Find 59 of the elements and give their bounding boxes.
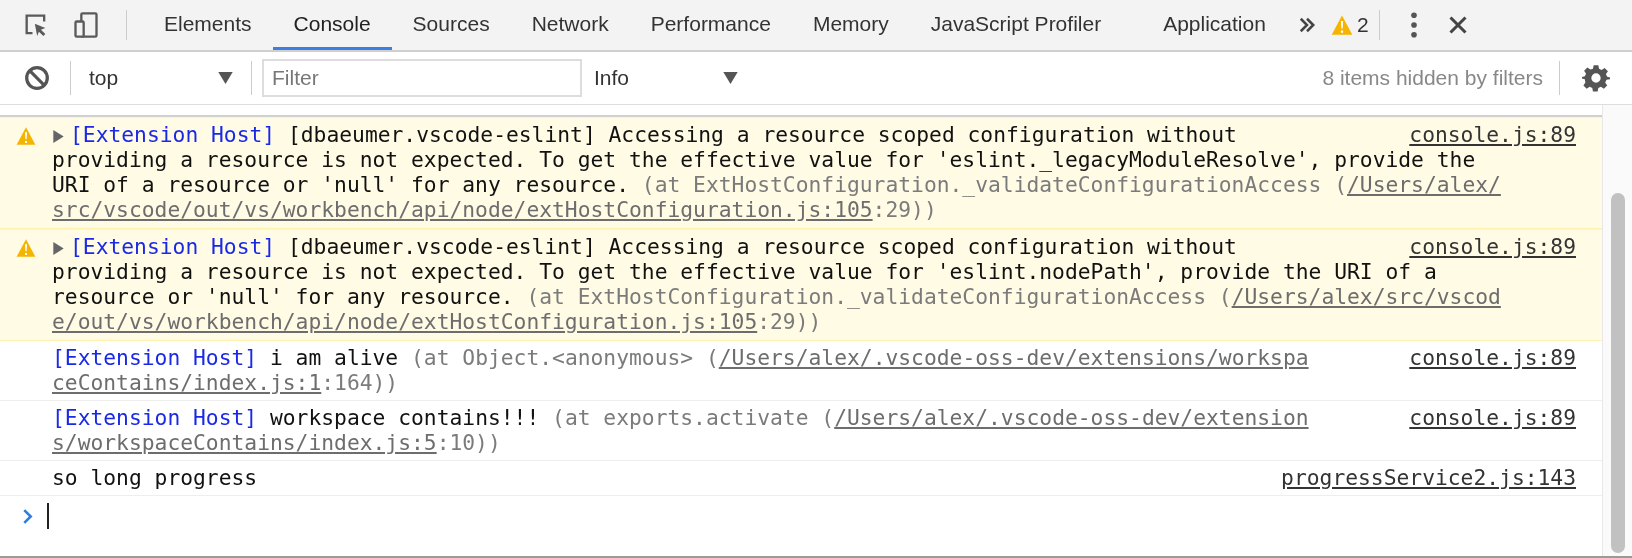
caret-icon (218, 72, 233, 84)
message-text: so long progress (52, 465, 258, 490)
clear-console-icon[interactable] (24, 65, 50, 91)
source-link[interactable]: console.js:89 (1409, 345, 1576, 370)
call-site-text: (at Object.<anonymous> ( (411, 345, 719, 370)
panel-tab[interactable]: Sources (391, 0, 511, 50)
source-tag: [Extension Host] (52, 345, 258, 370)
message-text: i am alive (268, 345, 400, 370)
file-link[interactable]: /Users/alex/.vscode-oss-dev/extension (834, 405, 1309, 430)
panel-tab[interactable]: Console (272, 0, 392, 50)
message-text: providing a resource is not expected. To get the effective value for 'eslint.nodePath', provide the URI of a (52, 259, 1437, 284)
device-toolbar-icon[interactable] (72, 11, 100, 39)
filter-field[interactable]: Filter (262, 59, 582, 97)
source-link[interactable]: console.js:89 (1409, 122, 1576, 147)
settings-icon[interactable] (1582, 64, 1610, 92)
hidden-items-note: 8 items hidden by filters (1322, 66, 1543, 90)
expand-triangle-icon[interactable] (52, 130, 65, 143)
message-text: [dbaeumer.vscode-eslint] Accessing a resource scoped configuration without (286, 122, 1237, 147)
source-link[interactable]: progressService2.js:143 (1281, 465, 1576, 490)
call-site-text: :29)) (872, 197, 937, 222)
call-site-text: (at ExtHostConfiguration._validateConfigurationAccess ( (526, 284, 1232, 309)
panel-tab[interactable]: Elements (143, 0, 273, 50)
call-site-text: :164)) (321, 370, 399, 395)
file-link[interactable]: /Users/alex/ (1347, 172, 1501, 197)
source-link[interactable]: console.js:89 (1409, 234, 1576, 259)
log-level-select[interactable]: Info (586, 58, 746, 98)
panel-tab[interactable]: Network (510, 0, 630, 50)
message-text: [dbaeumer.vscode-eslint] Accessing a resource scoped configuration without (286, 234, 1237, 259)
call-site-text: (at ExtHostConfiguration._validateConfigurationAccess ( (641, 172, 1347, 197)
file-link[interactable]: /Users/alex/src/vscod (1231, 284, 1501, 309)
message-text: workspace contains!!! (268, 405, 541, 430)
call-site-text: :10)) (436, 430, 501, 455)
warning-count[interactable]: 2 (1356, 13, 1369, 37)
source-tag: [Extension Host] (70, 122, 276, 147)
scrollbar-thumb[interactable] (1610, 193, 1625, 553)
call-site-text: :29)) (757, 309, 822, 334)
context-select[interactable]: top (81, 58, 241, 98)
message-text: URI of a resource or 'null' for any resource. (52, 172, 630, 197)
file-link[interactable]: src/vscode/out/vs/workbench/api/node/extHostConfiguration.js:105 (52, 197, 873, 222)
message-text: resource or 'null' for any resource. (52, 284, 515, 309)
call-site-text: (at exports.activate ( (552, 405, 835, 430)
file-link[interactable]: ceContains/index.js:1 (52, 370, 322, 395)
file-link[interactable]: s/workspaceContains/index.js:5 (52, 430, 437, 455)
source-tag: [Extension Host] (70, 234, 276, 259)
source-tag: [Extension Host] (52, 405, 258, 430)
panel-tab[interactable]: JavaScript Profiler (909, 0, 1123, 50)
prompt-chevron-icon (22, 508, 33, 524)
panel-tab[interactable]: Application (1142, 0, 1287, 50)
message-text: providing a resource is not expected. To get the effective value for 'eslint._legacyModuleResolve', provide the (52, 147, 1476, 172)
panel-tab[interactable]: Performance (629, 0, 792, 50)
caret-icon (723, 72, 738, 84)
warning-icon (1330, 14, 1353, 36)
close-icon[interactable] (1447, 15, 1468, 35)
expand-triangle-icon[interactable] (52, 242, 65, 255)
source-link[interactable]: console.js:89 (1409, 405, 1576, 430)
file-link[interactable]: /Users/alex/.vscode-oss-dev/extensions/workspa (718, 345, 1309, 370)
panel-tab[interactable]: Memory (791, 0, 910, 50)
more-options-icon[interactable] (1409, 12, 1418, 38)
file-link[interactable]: e/out/vs/workbench/api/node/extHostConfiguration.js:105 (52, 309, 758, 334)
